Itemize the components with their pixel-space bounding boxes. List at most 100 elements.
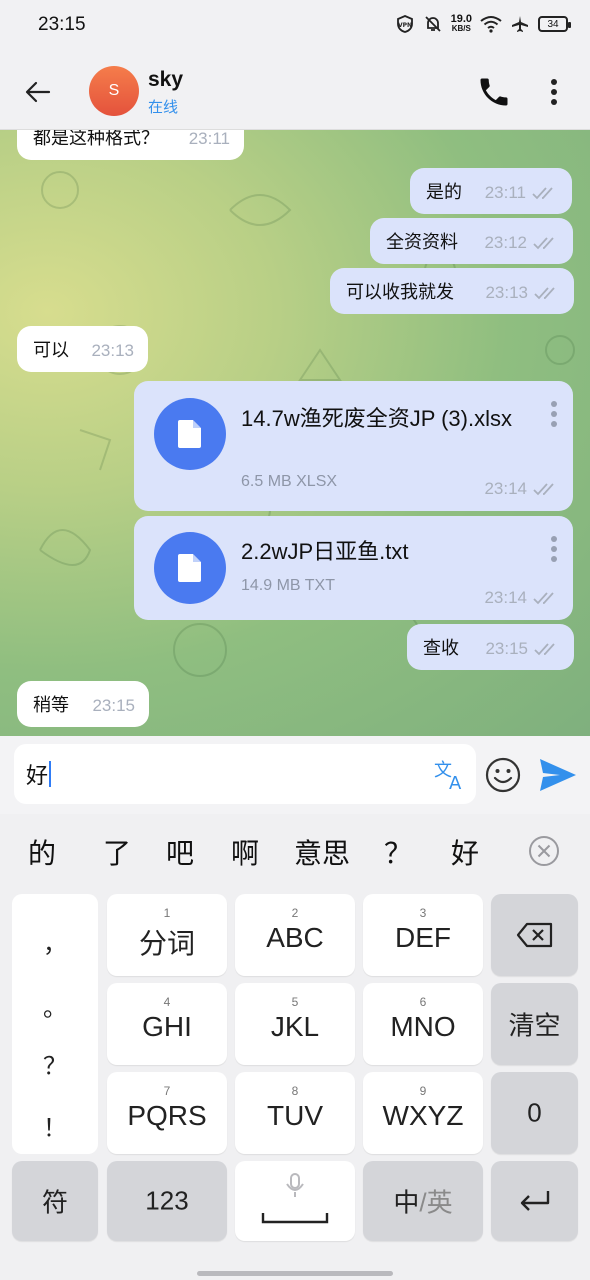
double-check-icon [533, 592, 554, 605]
message-text: 查收 [423, 638, 459, 659]
punctuation-column[interactable]: ， 。 ？ ！ [12, 894, 98, 1154]
key-label: PQRS [127, 1100, 207, 1131]
message-time: 23:14 [484, 588, 527, 607]
contact-name[interactable]: sky [148, 68, 183, 92]
file-message[interactable]: 2.2wJP日亚鱼.txt 14.9 MB TXT 23:14 [134, 516, 573, 620]
candidate-word[interactable]: 了 [103, 832, 131, 872]
status-icons: VPN 19.0 KB/S 34 [395, 14, 571, 34]
more-vertical-icon[interactable] [547, 534, 561, 564]
key-label: GHI [142, 1011, 192, 1042]
chat-header: S sky 在线 [0, 54, 590, 130]
key-6[interactable]: 6 MNO [363, 983, 483, 1065]
close-candidates-icon[interactable] [527, 834, 561, 868]
punct-key[interactable]: 。 [12, 988, 98, 1023]
candidate-word[interactable]: 意思 [294, 832, 350, 872]
candidate-word[interactable]: 的 [28, 832, 56, 872]
key-4[interactable]: 4 GHI [107, 983, 227, 1065]
incoming-message[interactable]: 都是这种格式？ 23:11 [17, 130, 244, 160]
key-number: 7 [163, 1084, 171, 1098]
document-icon [178, 554, 201, 582]
key-7[interactable]: 7 PQRS [107, 1072, 227, 1154]
call-button[interactable] [476, 74, 512, 110]
candidate-word[interactable]: 啊 [231, 832, 259, 872]
key-number: 5 [291, 995, 299, 1009]
network-speed-unit: KB/S [451, 24, 471, 33]
outgoing-message[interactable]: 全资资料 23:12 [370, 218, 573, 264]
message-text: 是的 [426, 182, 462, 203]
microphone-icon [286, 1173, 304, 1197]
ime-candidate-bar: 的 了 吧 啊 意思 ？ 好 [0, 814, 590, 890]
double-check-icon [534, 643, 555, 656]
lang-separator: / [419, 1187, 427, 1218]
send-icon[interactable] [538, 756, 578, 794]
file-message[interactable]: 14.7w渔死废全资JP (3).xlsx 6.5 MB XLSX 23:14 [134, 381, 573, 511]
message-time: 23:11 [188, 130, 230, 148]
key-label: 分词 [138, 928, 195, 959]
incoming-message[interactable]: 可以 23:13 [17, 326, 148, 372]
home-indicator[interactable] [197, 1271, 393, 1276]
double-check-icon [533, 237, 554, 250]
key-label: 123 [145, 1185, 189, 1216]
key-3[interactable]: 3 DEF [363, 894, 483, 976]
symbol-key[interactable]: 符 [12, 1161, 98, 1241]
punct-key[interactable]: ！ [12, 1108, 98, 1143]
svg-text:A: A [449, 773, 462, 792]
space-key[interactable] [235, 1161, 355, 1241]
key-8[interactable]: 8 TUV [235, 1072, 355, 1154]
numbers-key[interactable]: 123 [107, 1161, 227, 1241]
message-time: 23:15 [92, 696, 135, 715]
status-time: 23:15 [38, 14, 86, 35]
chat-area[interactable]: 都是这种格式？ 23:11 是的 23:11 全资资料 23:12 可以收我就发… [0, 130, 590, 736]
file-download-button[interactable] [154, 398, 226, 470]
key-1[interactable]: 1 分词 [107, 894, 227, 976]
key-number: 2 [291, 906, 299, 920]
back-button[interactable] [20, 74, 56, 110]
backspace-key[interactable] [491, 894, 578, 976]
enter-key[interactable] [491, 1161, 578, 1241]
file-name: 14.7w渔死废全资JP (3).xlsx [241, 406, 512, 431]
emoji-icon[interactable] [484, 756, 522, 794]
clear-key[interactable]: 清空 [491, 983, 578, 1065]
translate-icon[interactable]: 文 A [432, 756, 468, 792]
more-vertical-icon[interactable] [547, 399, 561, 429]
key-number: 3 [419, 906, 427, 920]
avatar[interactable]: S [89, 66, 139, 116]
punct-key[interactable]: ， [12, 924, 98, 959]
enter-icon [520, 1191, 550, 1211]
key-label: 符 [41, 1187, 68, 1218]
arrow-left-icon [25, 81, 51, 103]
key-2[interactable]: 2 ABC [235, 894, 355, 976]
key-number: 1 [163, 906, 171, 920]
file-download-button[interactable] [154, 532, 226, 604]
key-label: 清空 [508, 1010, 561, 1041]
key-label: WXYZ [382, 1100, 464, 1131]
message-input[interactable]: 好 文 A [14, 744, 476, 804]
language-switch-key[interactable]: 中/英 [363, 1161, 483, 1241]
more-options-button[interactable] [536, 74, 572, 110]
outgoing-message[interactable]: 是的 23:11 [410, 168, 572, 214]
outgoing-message[interactable]: 可以收我就发 23:13 [330, 268, 574, 314]
battery-level: 34 [547, 18, 559, 30]
message-text: 全资资料 [386, 232, 458, 253]
candidate-word[interactable]: 吧 [166, 832, 194, 872]
bell-off-icon [424, 16, 441, 32]
message-time: 23:15 [485, 639, 528, 658]
message-text: 稍等 [33, 695, 69, 716]
candidate-word[interactable]: 好 [451, 832, 479, 872]
candidate-word[interactable]: ？ [384, 832, 412, 872]
key-5[interactable]: 5 JKL [235, 983, 355, 1065]
message-input-value: 好 [26, 764, 49, 789]
key-label: 0 [527, 1097, 542, 1128]
key-label: JKL [270, 1011, 320, 1042]
outgoing-message[interactable]: 查收 23:15 [407, 624, 574, 670]
network-speed: 19.0 KB/S [451, 14, 472, 34]
incoming-message[interactable]: 稍等 23:15 [17, 681, 149, 727]
key-number: 8 [291, 1084, 299, 1098]
zero-key[interactable]: 0 [491, 1072, 578, 1154]
keyboard: ， 。 ？ ！ 1 分词 2 ABC 3 DEF 4 GHI 5 JKL 6 MNO 清空 … [0, 890, 590, 1280]
space-bar-icon [261, 1213, 329, 1224]
battery-icon: 34 [538, 16, 571, 32]
key-number: 6 [419, 995, 427, 1009]
punct-key[interactable]: ？ [12, 1046, 98, 1081]
key-9[interactable]: 9 WXYZ [363, 1072, 483, 1154]
